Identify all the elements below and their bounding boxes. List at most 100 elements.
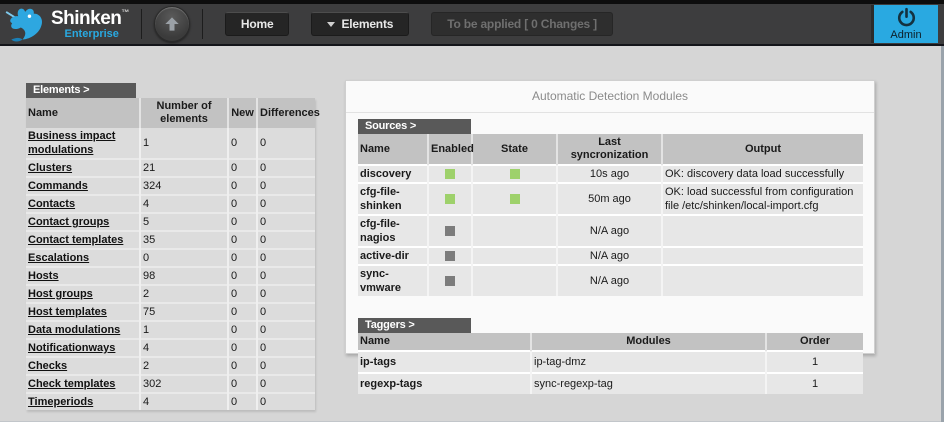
table-row: cfg-file-shinken50m agoOK: load successf… (358, 183, 863, 215)
table-row: Hosts9800 (26, 267, 315, 285)
element-link[interactable]: Business impact modulations (28, 130, 115, 156)
column-header-modules: Modules (531, 333, 766, 351)
element-name-cell: Contact groups (26, 213, 140, 231)
element-name-cell: Checks (26, 357, 140, 375)
shinken-logo[interactable]: Shinken™ Enterprise (0, 5, 129, 43)
element-diff-cell: 0 (257, 267, 315, 285)
element-link[interactable]: Host templates (28, 306, 107, 318)
source-name-cell: cfg-file-nagios (358, 215, 428, 247)
element-count-cell: 2 (140, 357, 228, 375)
table-row: Contacts400 (26, 195, 315, 213)
elements-table-header-row: Name Number of elements New Differences (26, 98, 315, 128)
element-link[interactable]: Clusters (28, 162, 72, 174)
tagger-modules-cell: sync-regexp-tag (531, 373, 766, 394)
element-count-cell: 35 (140, 231, 228, 249)
element-name-cell: Contacts (26, 195, 140, 213)
brand-subtitle: Enterprise (51, 29, 129, 40)
card-title: Automatic Detection Modules (346, 81, 874, 113)
element-link[interactable]: Checks (28, 360, 67, 372)
column-header-source-name: Name (358, 134, 428, 165)
element-count-cell: 1 (140, 321, 228, 339)
tagger-order-cell: 1 (766, 373, 863, 394)
trademark-symbol: ™ (121, 8, 129, 17)
element-new-cell: 0 (228, 267, 257, 285)
table-row: regexp-tagssync-regexp-tag1 (358, 373, 863, 394)
element-diff-cell: 0 (257, 375, 315, 393)
table-row: Escalations000 (26, 249, 315, 267)
source-output-cell (662, 215, 863, 247)
element-link[interactable]: Contact groups (28, 216, 109, 228)
status-on-indicator (445, 194, 455, 204)
column-header-state: State (472, 134, 557, 165)
element-name-cell: Check templates (26, 375, 140, 393)
element-link[interactable]: Check templates (28, 378, 115, 390)
elements-menu-button[interactable]: Elements (311, 12, 409, 36)
source-state-cell (472, 165, 557, 183)
to-be-applied-button[interactable]: To be applied [ 0 Changes ] (431, 12, 613, 36)
element-new-cell: 0 (228, 339, 257, 357)
navbar-divider (141, 9, 142, 39)
source-state-cell (472, 215, 557, 247)
element-new-cell: 0 (228, 177, 257, 195)
power-icon (896, 7, 917, 28)
element-count-cell: 302 (140, 375, 228, 393)
element-count-cell: 4 (140, 195, 228, 213)
navbar-divider (202, 9, 203, 39)
element-new-cell: 0 (228, 285, 257, 303)
element-diff-cell: 0 (257, 339, 315, 357)
source-enabled-cell (428, 165, 472, 183)
table-row: Commands32400 (26, 177, 315, 195)
home-button[interactable]: Home (225, 12, 290, 36)
element-count-cell: 21 (140, 159, 228, 177)
elements-table: Name Number of elements New Differences … (26, 98, 315, 410)
sources-table: Name Enabled State Last syncronization O… (358, 134, 863, 296)
status-off-indicator (445, 226, 455, 236)
element-link[interactable]: Notificationways (28, 342, 115, 354)
column-header-tagger-name: Name (358, 333, 531, 351)
element-link[interactable]: Contact templates (28, 234, 123, 246)
table-row: Check templates30200 (26, 375, 315, 393)
element-link[interactable]: Timeperiods (28, 396, 93, 408)
source-enabled-cell (428, 183, 472, 215)
element-link[interactable]: Host groups (28, 288, 93, 300)
admin-menu[interactable]: Admin (871, 5, 938, 43)
source-state-cell (472, 247, 557, 265)
element-new-cell: 0 (228, 128, 257, 159)
scroll-top-button[interactable] (154, 6, 190, 42)
table-row: Contact groups500 (26, 213, 315, 231)
source-name-cell: sync-vmware (358, 265, 428, 296)
status-on-indicator (510, 194, 520, 204)
element-link[interactable]: Contacts (28, 198, 75, 210)
element-name-cell: Timeperiods (26, 393, 140, 410)
source-last-sync-cell: 50m ago (557, 183, 662, 215)
element-link[interactable]: Commands (28, 180, 88, 192)
element-new-cell: 0 (228, 159, 257, 177)
table-row: Data modulations100 (26, 321, 315, 339)
element-link[interactable]: Escalations (28, 252, 89, 264)
source-name-cell: cfg-file-shinken (358, 183, 428, 215)
element-count-cell: 324 (140, 177, 228, 195)
up-arrow-icon (162, 14, 182, 34)
table-row: Notificationways400 (26, 339, 315, 357)
element-name-cell: Data modulations (26, 321, 140, 339)
top-navbar: Shinken™ Enterprise Home Elements To be … (0, 4, 944, 46)
elements-table-body: Business impact modulations100Clusters21… (26, 128, 315, 410)
admin-label: Admin (890, 29, 921, 41)
element-count-cell: 75 (140, 303, 228, 321)
source-output-cell (662, 247, 863, 265)
column-header-output: Output (662, 134, 863, 165)
tagger-modules-cell: ip-tag-dmz (531, 351, 766, 373)
table-row: ip-tagsip-tag-dmz1 (358, 351, 863, 373)
element-diff-cell: 0 (257, 213, 315, 231)
shinken-app-window: Shinken™ Enterprise Home Elements To be … (0, 0, 944, 422)
element-link[interactable]: Data modulations (28, 324, 120, 336)
status-on-indicator (445, 169, 455, 179)
element-name-cell: Hosts (26, 267, 140, 285)
element-link[interactable]: Hosts (28, 270, 59, 282)
source-enabled-cell (428, 265, 472, 296)
element-new-cell: 0 (228, 249, 257, 267)
brand-name-text: Shinken (51, 8, 121, 29)
elements-panel-header: Elements > (26, 83, 136, 98)
table-row: Checks200 (26, 357, 315, 375)
automatic-detection-card: Automatic Detection Modules Sources > Na… (345, 80, 875, 354)
